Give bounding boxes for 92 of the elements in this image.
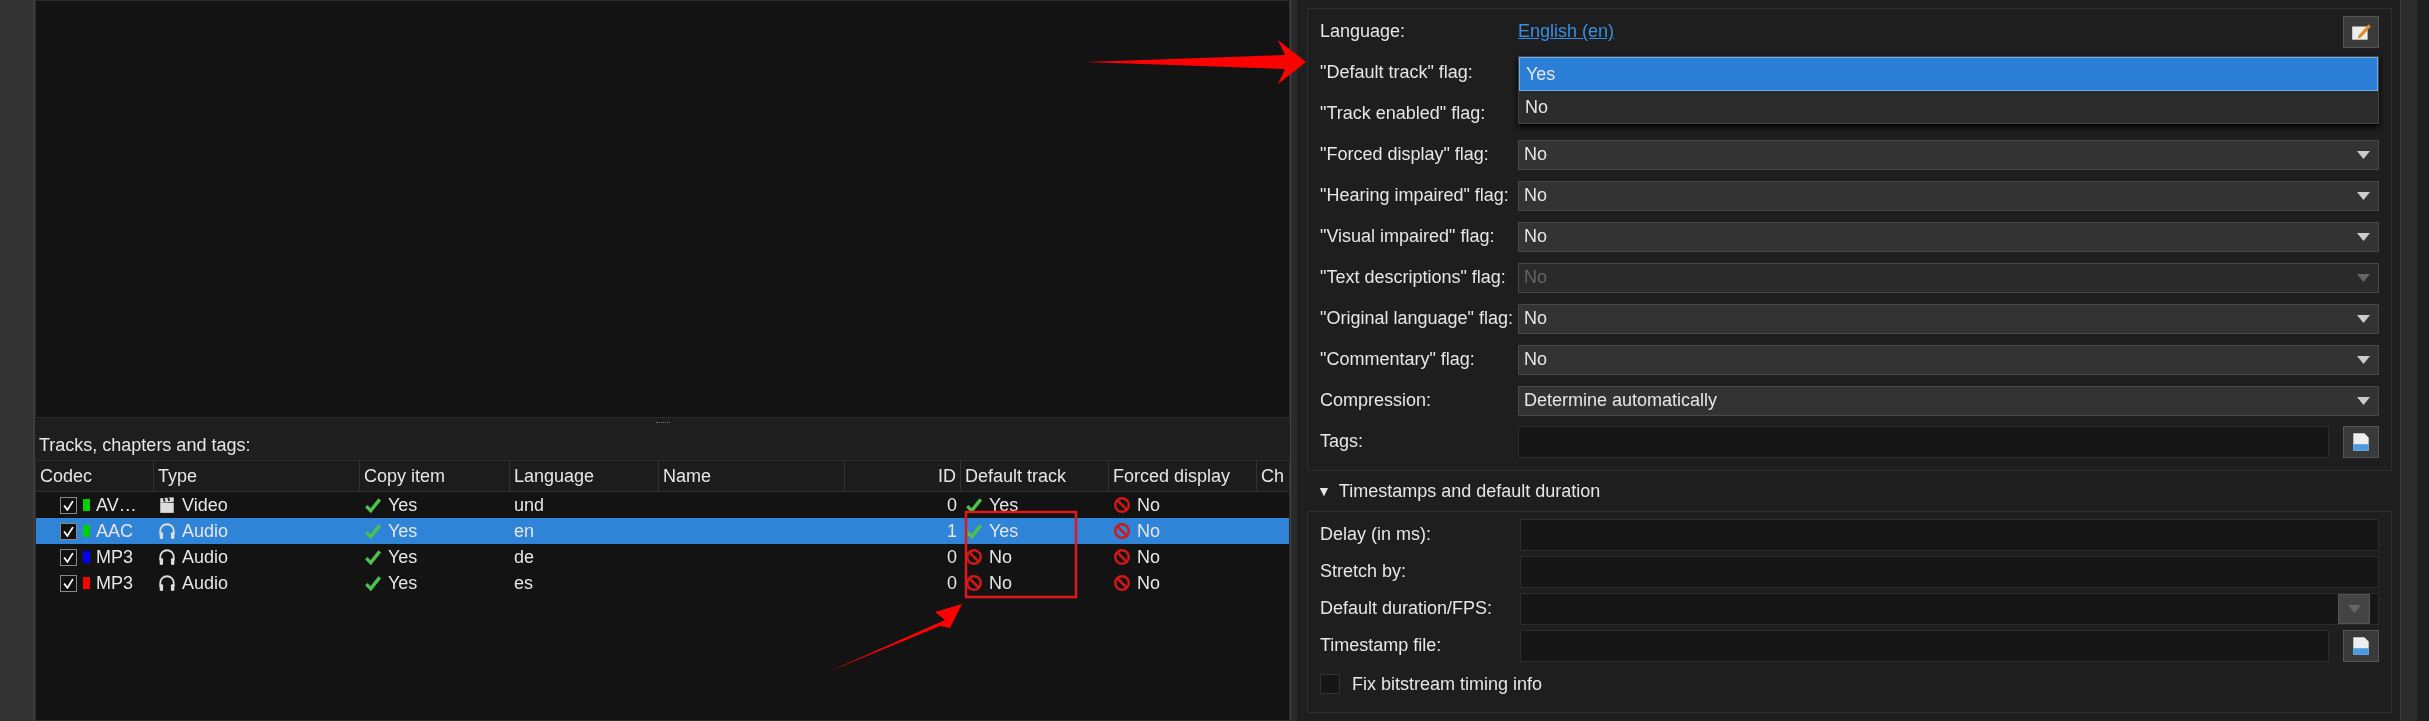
forced-display-text: No [1137, 494, 1160, 516]
id-text: 1 [947, 520, 957, 542]
codec-text: MP3 [96, 546, 133, 568]
forced-display-text: No [1137, 546, 1160, 568]
field-label: Timestamp file: [1320, 635, 1443, 656]
language-text: de [514, 546, 535, 568]
column-header[interactable]: Name [659, 461, 845, 491]
type-text: Audio [182, 520, 229, 542]
scrollbar[interactable] [2400, 0, 2417, 721]
flag-dropdown[interactable]: No [1518, 303, 2379, 334]
checkbox[interactable] [60, 522, 77, 540]
copy-text: Yes [388, 520, 418, 542]
language-text: es [514, 572, 533, 594]
forced-display-text: No [1137, 520, 1160, 542]
caret-icon [2357, 191, 2370, 200]
id-text: 0 [947, 494, 957, 516]
checkbox-label: Fix bitstream timing info [1352, 673, 1543, 695]
headphones-icon [158, 548, 176, 566]
caret-icon [2357, 314, 2370, 323]
splitter-handle[interactable] [655, 422, 670, 426]
flag-dropdown[interactable]: No [1518, 139, 2379, 170]
codec-text: AV… [96, 494, 137, 516]
column-header[interactable]: Type [154, 461, 360, 491]
column-header[interactable]: Forced display [1109, 461, 1257, 491]
id-text: 0 [947, 546, 957, 568]
headphones-icon [158, 574, 176, 592]
codec-text: MP3 [96, 572, 133, 594]
language-text: en [514, 520, 535, 542]
language-text: und [514, 494, 545, 516]
column-header[interactable]: Ch [1257, 461, 1289, 491]
property-label: "Hearing impaired" flag: [1320, 185, 1510, 206]
copy-text: Yes [388, 572, 418, 594]
copy-text: Yes [388, 546, 418, 568]
column-header[interactable]: ID [845, 461, 961, 491]
open-file-button[interactable] [2343, 629, 2379, 662]
codec-text: AAC [96, 520, 133, 542]
property-label: "Text descriptions" flag: [1320, 267, 1507, 288]
collapse-toggle[interactable]: ▼ [1317, 483, 1331, 499]
property-label: "Forced display" flag: [1320, 144, 1490, 165]
panel-splitter[interactable] [1290, 0, 1297, 721]
caret-icon [2347, 604, 2361, 613]
headphones-icon [158, 522, 176, 540]
language-link[interactable]: English (en) [1518, 21, 1615, 42]
type-text: Audio [182, 572, 229, 594]
default-track-text: No [989, 546, 1012, 568]
property-label: Tags: [1320, 431, 1365, 452]
property-label: "Original language" flag: [1320, 308, 1514, 329]
type-text: Video [182, 494, 228, 516]
checkbox[interactable] [60, 574, 77, 592]
checkbox[interactable] [60, 496, 77, 514]
flag-dropdown[interactable]: Determine automatically [1518, 385, 2379, 416]
flag-dropdown[interactable]: No [1518, 221, 2379, 252]
section-label: Tracks, chapters and tags: [39, 434, 251, 456]
column-header[interactable]: Default track [961, 461, 1109, 491]
property-label: "Track enabled" flag: [1320, 103, 1487, 124]
column-header[interactable]: Copy item [360, 461, 510, 491]
type-text: Audio [182, 546, 229, 568]
property-label: Compression: [1320, 390, 1433, 411]
clapperboard-icon [158, 496, 176, 514]
copy-text: Yes [388, 494, 418, 516]
column-header[interactable]: Codec [36, 461, 154, 491]
property-label: "Commentary" flag: [1320, 349, 1476, 370]
forced-display-text: No [1137, 572, 1160, 594]
default-track-text: No [989, 572, 1012, 594]
section-title: Timestamps and default duration [1338, 480, 1601, 502]
property-label: "Default track" flag: [1320, 62, 1474, 83]
caret-icon [2357, 355, 2370, 364]
column-header[interactable]: Language [510, 461, 659, 491]
track-row[interactable]: MP3 Audio Yes de 0 No No [36, 544, 1289, 570]
caret-icon [2357, 273, 2370, 282]
default-track-text: Yes [989, 494, 1019, 516]
open-file-button[interactable] [2343, 425, 2379, 458]
field-label: Delay (in ms): [1320, 524, 1432, 545]
document-icon [2350, 634, 2372, 657]
track-row[interactable]: AV… Video Yes und 0 Yes No [36, 492, 1289, 518]
caret-icon [2357, 396, 2370, 405]
default-track-text: Yes [989, 520, 1019, 542]
document-icon [2350, 430, 2372, 453]
track-row[interactable]: MP3 Audio Yes es 0 No No [36, 570, 1289, 596]
property-label: Language: [1320, 21, 1407, 42]
checkbox[interactable] [1320, 674, 1340, 694]
edit-button[interactable] [2343, 15, 2379, 48]
dropdown-option[interactable]: No [1519, 91, 2378, 123]
id-text: 0 [947, 572, 957, 594]
flag-dropdown[interactable]: No [1518, 180, 2379, 211]
field-label: Default duration/FPS: [1320, 598, 1494, 619]
caret-icon [2357, 150, 2370, 159]
property-label: "Visual impaired" flag: [1320, 226, 1496, 247]
checkbox[interactable] [60, 548, 77, 566]
flag-dropdown[interactable]: No [1518, 344, 2379, 375]
caret-icon [2357, 232, 2370, 241]
field-label: Stretch by: [1320, 561, 1408, 582]
